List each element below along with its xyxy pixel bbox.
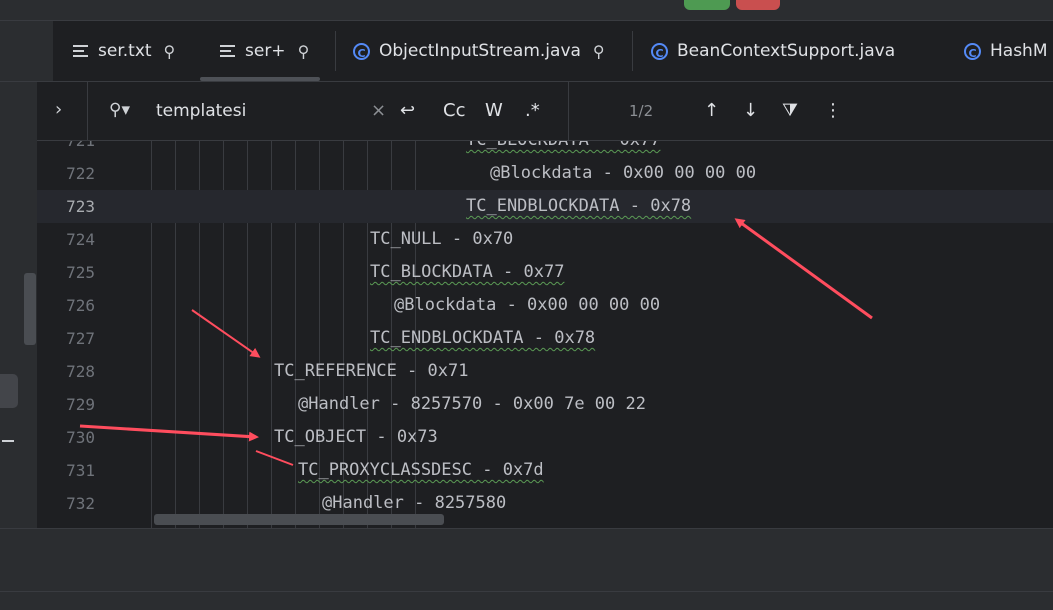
- line-number: 730: [66, 428, 95, 447]
- tab-divider: [632, 31, 633, 71]
- code-line[interactable]: 731 TC_PROXYCLASSDESC - 0x7d: [37, 454, 1053, 487]
- text-file-icon: [220, 44, 235, 58]
- line-number: 729: [66, 395, 95, 414]
- previous-occurrence-icon[interactable]: ↑: [704, 100, 719, 121]
- left-tool-panel: [0, 21, 38, 528]
- line-text: TC_PROXYCLASSDESC - 0x7d: [298, 460, 544, 480]
- line-number: 727: [66, 329, 95, 348]
- new-line-icon[interactable]: ↩: [400, 100, 415, 121]
- line-number: 724: [66, 230, 95, 249]
- line-text: TC_BLOCKDATA - 0x77: [370, 262, 565, 282]
- line-text: TC_REFERENCE - 0x71: [274, 361, 469, 381]
- green-status-button[interactable]: [684, 0, 730, 10]
- match-count: 1/2: [629, 102, 654, 120]
- line-number: 725: [66, 263, 95, 282]
- line-text: TC_BLOCKDATA - 0x77: [466, 141, 660, 157]
- class-icon: C: [353, 42, 370, 60]
- status-divider: [0, 591, 1053, 592]
- line-text: TC_ENDBLOCKDATA - 0x78: [370, 328, 596, 348]
- find-bar: › ⚲▾ × ↩ Cc W .* 1/2 ↑ ↓ ⧩ ⋮: [37, 82, 1053, 141]
- code-line[interactable]: 727 TC_ENDBLOCKDATA - 0x78: [37, 322, 1053, 355]
- regex-button[interactable]: .*: [525, 100, 540, 121]
- tab-label: ser+: [245, 41, 286, 61]
- tab-ser-plus[interactable]: ser+ ⚲: [220, 21, 309, 81]
- code-editor[interactable]: 721 TC_BLOCKDATA - 0x77 722 @Blockdata -…: [37, 141, 1053, 528]
- line-text: TC_NULL - 0x70: [370, 229, 514, 249]
- tab-label: HashM: [990, 41, 1048, 61]
- find-input[interactable]: [156, 99, 366, 123]
- line-text: @Blockdata - 0x00 00 00 00: [394, 295, 661, 315]
- active-tab-indicator: [200, 77, 320, 81]
- line-number: 721: [37, 141, 95, 157]
- code-line[interactable]: 721 TC_BLOCKDATA - 0x77: [37, 141, 1053, 157]
- left-panel-toggle-button[interactable]: [0, 374, 18, 408]
- line-number: 731: [66, 461, 95, 480]
- match-case-button[interactable]: Cc: [443, 100, 465, 121]
- left-panel-divider: [0, 81, 37, 82]
- tab-label: ObjectInputStream.java: [379, 41, 581, 61]
- class-icon: C: [964, 42, 981, 60]
- code-line[interactable]: 730 TC_OBJECT - 0x73: [37, 421, 1053, 454]
- red-status-button[interactable]: [736, 0, 780, 10]
- code-line[interactable]: 729 @Handler - 8257570 - 0x00 7e 00 22: [37, 388, 1053, 421]
- filter-icon[interactable]: ⧩: [782, 100, 798, 121]
- tab-beancontextsupport[interactable]: C BeanContextSupport.java: [651, 21, 895, 81]
- tab-ser-txt[interactable]: ser.txt ⚲: [73, 21, 175, 81]
- pin-icon[interactable]: ⚲: [593, 42, 605, 61]
- tab-objectinputstream[interactable]: C ObjectInputStream.java ⚲: [353, 21, 605, 81]
- line-number: 723: [66, 197, 95, 216]
- horizontal-scrollbar[interactable]: [154, 514, 444, 525]
- pin-icon[interactable]: ⚲: [164, 42, 176, 61]
- code-line-current[interactable]: 723 TC_ENDBLOCKDATA - 0x78: [37, 190, 1053, 223]
- line-number: 728: [66, 362, 95, 381]
- code-line[interactable]: 724 TC_NULL - 0x70: [37, 223, 1053, 256]
- clear-icon[interactable]: ×: [371, 100, 386, 121]
- left-panel-scrollbar[interactable]: [24, 273, 36, 345]
- editor-tab-bar: ser.txt ⚲ ser+ ⚲ C ObjectInputStream.jav…: [37, 21, 1053, 82]
- code-line[interactable]: 725 TC_BLOCKDATA - 0x77: [37, 256, 1053, 289]
- line-text: TC_OBJECT - 0x73: [274, 427, 438, 447]
- code-line[interactable]: 726 @Blockdata - 0x00 00 00 00: [37, 289, 1053, 322]
- chevron-right-icon[interactable]: ›: [55, 99, 62, 120]
- text-file-icon: [73, 44, 88, 58]
- window-top-strip: [0, 0, 1053, 21]
- line-number: 722: [66, 164, 95, 183]
- tab-hashmap[interactable]: C HashM: [964, 21, 1048, 81]
- line-text: TC_ENDBLOCKDATA - 0x78: [466, 196, 692, 216]
- search-icon[interactable]: ⚲▾: [109, 100, 130, 120]
- bottom-panel: [0, 528, 1053, 610]
- minimize-icon[interactable]: [2, 440, 14, 442]
- line-number: 726: [66, 296, 95, 315]
- code-line[interactable]: 722 @Blockdata - 0x00 00 00 00: [37, 157, 1053, 190]
- line-number: 732: [66, 494, 95, 513]
- code-line[interactable]: 728 TC_REFERENCE - 0x71: [37, 355, 1053, 388]
- tab-strip: ser.txt ⚲ ser+ ⚲ C ObjectInputStream.jav…: [53, 21, 1053, 81]
- tab-divider: [335, 31, 336, 71]
- next-occurrence-icon[interactable]: ↓: [743, 100, 758, 121]
- whole-words-button[interactable]: W: [485, 100, 503, 121]
- tab-label: ser.txt: [98, 41, 152, 61]
- line-text: @Handler - 8257570 - 0x00 7e 00 22: [298, 394, 646, 414]
- tab-label: BeanContextSupport.java: [677, 41, 896, 61]
- line-text: @Blockdata - 0x00 00 00 00: [490, 163, 757, 183]
- pin-icon[interactable]: ⚲: [298, 42, 310, 61]
- class-icon: C: [651, 42, 668, 60]
- more-options-icon[interactable]: ⋮: [824, 100, 842, 121]
